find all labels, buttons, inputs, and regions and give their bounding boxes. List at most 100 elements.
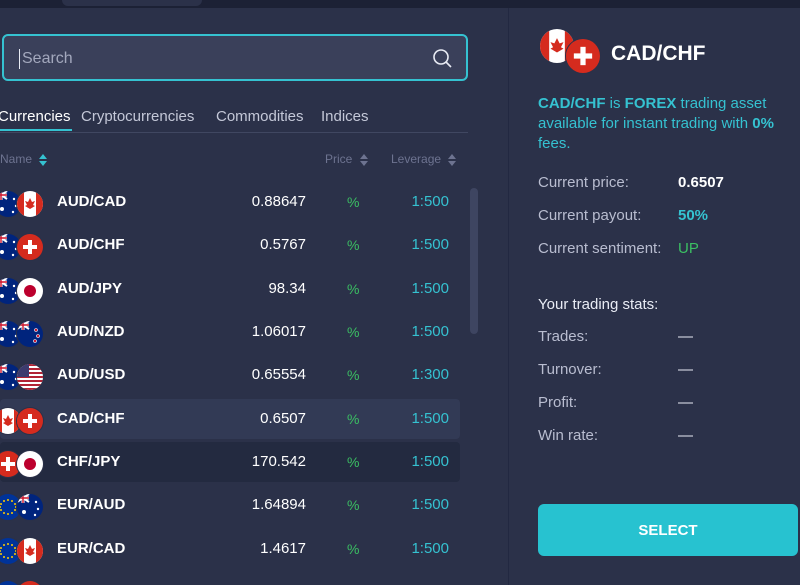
stat-turnover-label: Turnover:	[538, 361, 602, 378]
asset-symbol: AUD/NZD	[57, 323, 125, 340]
flag-us-icon	[16, 363, 44, 391]
column-header-name-label: Name	[0, 152, 33, 166]
top-bar	[0, 0, 800, 8]
desc-is: is	[605, 95, 625, 112]
tab-indices[interactable]: Indices	[321, 108, 369, 125]
asset-leverage: 1:300	[411, 366, 449, 383]
asset-payout: %	[347, 497, 360, 513]
pair-flags	[0, 407, 46, 435]
category-tabs: Currencies Cryptocurrencies Commodities …	[0, 106, 468, 133]
stat-turnover-value: —	[678, 361, 693, 378]
list-scrollbar[interactable]	[470, 188, 478, 334]
flag-ca-icon	[16, 190, 44, 218]
asset-price: 98.34	[268, 280, 306, 297]
current-sentiment-label: Current sentiment:	[538, 240, 662, 257]
asset-leverage: 1:500	[411, 496, 449, 513]
desc-end: fees.	[538, 135, 571, 152]
pair-flags	[0, 537, 46, 565]
search-icon[interactable]	[432, 48, 452, 68]
asset-payout: %	[347, 541, 360, 557]
desc-pct: 0%	[752, 115, 774, 132]
column-header-leverage-label: Leverage	[391, 152, 442, 166]
pair-flags	[0, 580, 46, 585]
asset-leverage: 1:500	[411, 236, 449, 253]
detail-title: CAD/CHF	[611, 42, 706, 65]
asset-symbol: CHF/JPY	[57, 453, 121, 470]
trading-stats-title: Your trading stats:	[538, 296, 659, 313]
current-price-label: Current price:	[538, 174, 629, 191]
tab-cryptocurrencies[interactable]: Cryptocurrencies	[81, 108, 194, 125]
asset-payout: %	[347, 237, 360, 253]
asset-leverage: 1:500	[411, 410, 449, 427]
asset-row[interactable]: EUR/AUD 1.64894% 1:500	[0, 485, 460, 525]
asset-row[interactable]: AUD/CHF 0.5767% 1:500	[0, 225, 460, 265]
flag-ch-icon	[565, 38, 601, 74]
stat-trades-label: Trades:	[538, 328, 589, 345]
asset-row[interactable]: CHF/JPY 170.542% 1:500	[0, 442, 460, 482]
pair-flags	[0, 277, 46, 305]
asset-symbol: CAD/CHF	[57, 410, 125, 427]
asset-price: 1.64894	[251, 496, 306, 513]
column-header-name[interactable]: Name	[0, 152, 48, 166]
select-button[interactable]: SELECT	[538, 504, 798, 556]
current-payout-value: 50%	[678, 207, 709, 224]
asset-description: CAD/CHF is FOREX trading asset available…	[538, 94, 800, 154]
asset-symbol: EUR/AUD	[57, 496, 126, 513]
asset-leverage: 1:500	[411, 323, 449, 340]
pair-flags	[0, 233, 46, 261]
asset-price: 0.6507	[260, 410, 306, 427]
sort-icon	[39, 153, 48, 166]
asset-leverage: 1:500	[411, 193, 449, 210]
asset-list-panel: Currencies Cryptocurrencies Commodities …	[0, 8, 508, 585]
search-box[interactable]	[2, 34, 468, 81]
pair-flags	[0, 363, 46, 391]
column-header-leverage[interactable]: Leverage	[391, 152, 457, 166]
flag-nz-icon	[16, 320, 44, 348]
asset-row[interactable]: EUR/CAD 1.4617% 1:500	[0, 529, 460, 569]
asset-price: 0.88647	[251, 193, 306, 210]
column-header-price-label: Price	[325, 152, 353, 166]
stat-profit-label: Profit:	[538, 394, 578, 411]
asset-leverage: 1:500	[411, 540, 449, 557]
detail-flags	[539, 28, 601, 74]
pair-flags	[0, 450, 46, 478]
top-tab[interactable]	[62, 0, 202, 6]
current-price-value: 0.6507	[678, 174, 724, 191]
sort-icon	[359, 153, 368, 166]
desc-symbol: CAD/CHF	[538, 95, 606, 112]
flag-ch-icon	[16, 580, 44, 585]
asset-payout: %	[347, 454, 360, 470]
current-sentiment-value: UP	[678, 240, 699, 257]
search-input[interactable]	[20, 36, 424, 81]
asset-symbol: AUD/CHF	[57, 236, 125, 253]
flag-jp-icon	[16, 277, 44, 305]
asset-payout: %	[347, 324, 360, 340]
flag-ca-icon	[16, 537, 44, 565]
asset-payout: %	[347, 281, 360, 297]
current-payout-label: Current payout:	[538, 207, 642, 224]
asset-row[interactable]: AUD/JPY 98.34% 1:500	[0, 269, 460, 309]
asset-symbol: EUR/CAD	[57, 540, 126, 557]
asset-row[interactable]: AUD/USD 0.65554% 1:300	[0, 355, 460, 395]
asset-payout: %	[347, 411, 360, 427]
tab-commodities[interactable]: Commodities	[216, 108, 304, 125]
flag-au-icon	[16, 493, 44, 521]
asset-payout: %	[347, 194, 360, 210]
asset-symbol: AUD/USD	[57, 366, 126, 383]
asset-price: 1.06017	[251, 323, 306, 340]
tab-currencies[interactable]: Currencies	[0, 108, 71, 125]
asset-row[interactable]: AUD/NZD 1.06017% 1:500	[0, 312, 460, 352]
sort-icon	[448, 153, 457, 166]
column-header-price[interactable]: Price	[325, 152, 368, 166]
asset-price: 170.542	[251, 453, 306, 470]
asset-row[interactable]: EUR/CHF0.9510%1:500	[0, 572, 460, 585]
asset-row[interactable]: CAD/CHF 0.6507% 1:500	[0, 399, 460, 439]
asset-row[interactable]: AUD/CAD 0.88647% 1:500	[0, 182, 460, 222]
stat-trades-value: —	[678, 328, 693, 345]
stat-winrate-label: Win rate:	[538, 427, 599, 444]
asset-detail-panel: CAD/CHF CAD/CHF is FOREX trading asset a…	[508, 8, 800, 585]
flag-ch-icon	[16, 233, 44, 261]
asset-price: 1.4617	[260, 540, 306, 557]
asset-leverage: 1:500	[411, 453, 449, 470]
asset-price: 0.5767	[260, 236, 306, 253]
